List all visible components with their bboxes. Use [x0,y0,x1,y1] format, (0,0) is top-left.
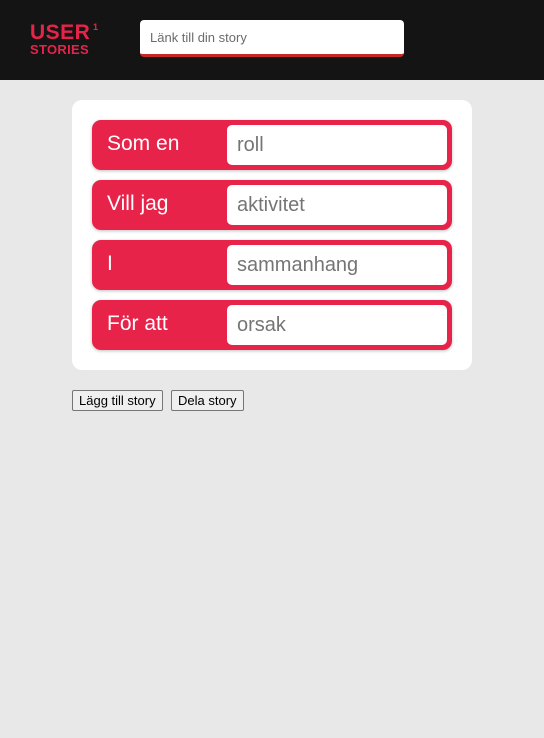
story-row-label: Vill jag [107,192,169,215]
user-stories-logo: USER 1 STORIES [30,22,102,62]
story-row-label: I [107,252,113,275]
story-row-context: I [92,240,452,290]
story-link-input[interactable] [140,20,404,54]
logo-line-1: USER [30,21,91,44]
logo-line-2: STORIES [30,42,89,57]
context-input[interactable] [227,245,447,285]
story-row-label: För att [107,312,168,335]
activity-input[interactable] [227,185,447,225]
story-row-role: Som en [92,120,452,170]
story-row-activity: Vill jag [92,180,452,230]
add-story-button[interactable]: Lägg till story [72,390,163,411]
share-story-button[interactable]: Dela story [171,390,244,411]
story-card: Som en Vill jag I För att [72,100,472,370]
reason-input[interactable] [227,305,447,345]
story-row-label: Som en [107,132,180,155]
logo-superscript: 1 [93,22,99,32]
story-row-reason: För att [92,300,452,350]
role-input[interactable] [227,125,447,165]
top-bar: USER 1 STORIES [0,0,544,80]
story-link-field-wrapper [140,20,404,57]
